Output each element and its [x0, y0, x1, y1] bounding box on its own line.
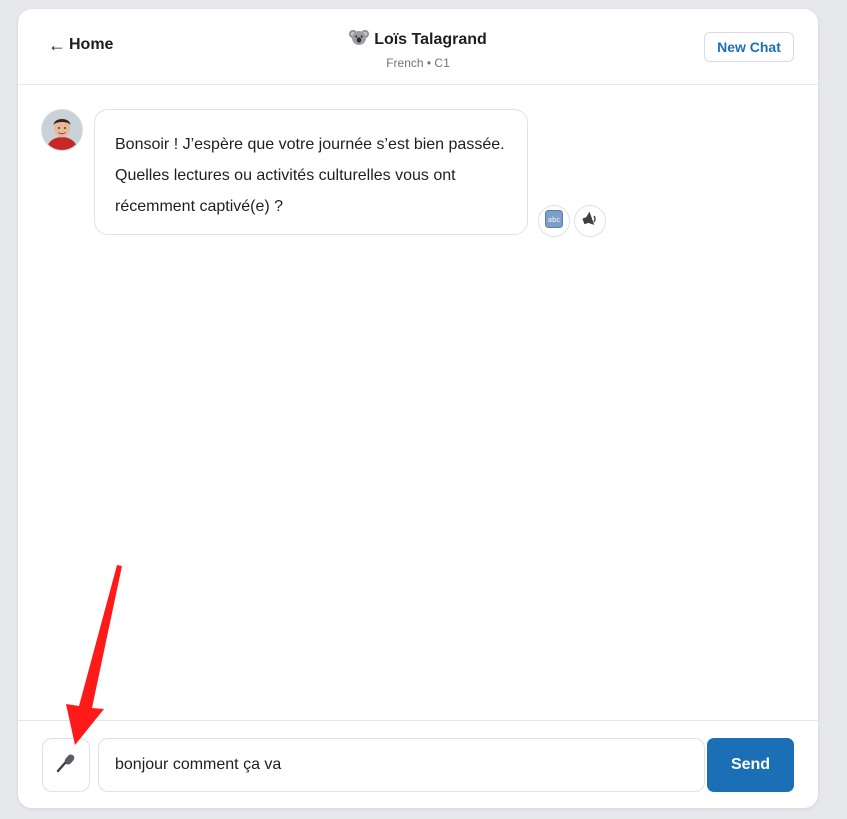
microphone-icon [55, 752, 77, 779]
home-link[interactable]: ← Home [48, 36, 113, 54]
send-button[interactable]: Send [707, 738, 794, 792]
translate-button[interactable]: abc [538, 205, 570, 237]
speaker-icon [581, 211, 599, 232]
microphone-button[interactable] [42, 738, 90, 792]
svg-text:abc: abc [548, 216, 561, 224]
new-chat-button[interactable]: New Chat [704, 32, 794, 62]
koala-icon [349, 28, 370, 51]
chat-title: Loïs Talagrand [374, 30, 487, 48]
chat-window: ← Home Loïs Talagrand French • C1 New Ch… [18, 9, 818, 808]
message-input[interactable] [98, 738, 705, 792]
speak-button[interactable] [574, 205, 606, 237]
composer: Send [18, 720, 818, 808]
home-label: Home [69, 36, 114, 53]
avatar [41, 109, 83, 151]
abc-translate-icon: abc [545, 209, 563, 233]
chat-subtitle: French • C1 [386, 56, 450, 70]
assistant-message-bubble: Bonsoir ! J’espère que votre journée s’e… [94, 109, 528, 235]
arrow-left-icon: ← [48, 35, 66, 55]
chat-header: ← Home Loïs Talagrand French • C1 New Ch… [18, 9, 818, 85]
chat-title-block: Loïs Talagrand French • C1 [218, 28, 618, 70]
